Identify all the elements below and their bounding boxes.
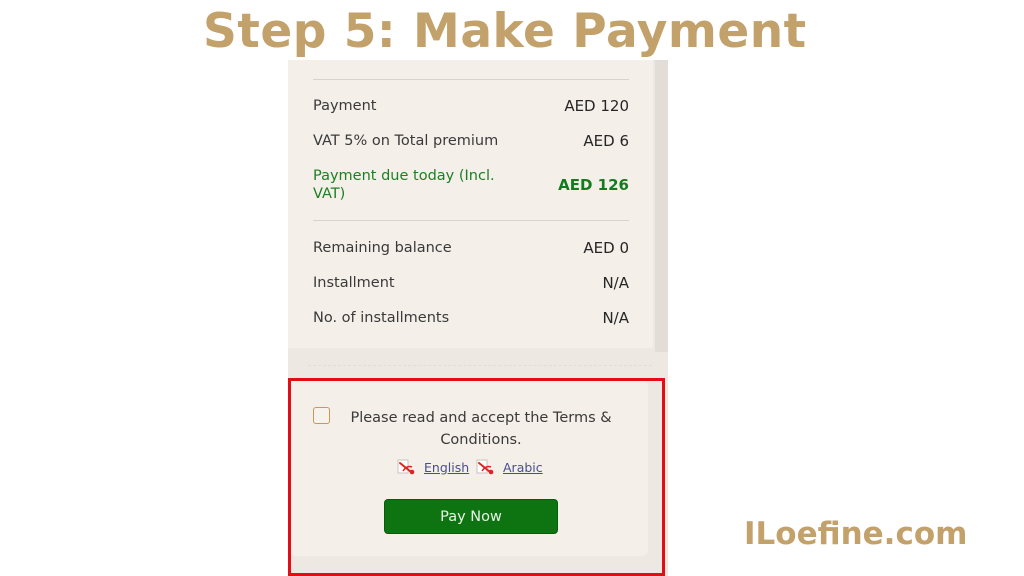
page-title: Step 5: Make Payment	[203, 4, 807, 59]
remaining-balance-label: Remaining balance	[313, 240, 452, 256]
payment-due-label: Payment due today (Incl. VAT)	[313, 168, 495, 202]
payment-due-value: AED 126	[558, 176, 629, 194]
installments-count-value: N/A	[602, 309, 629, 327]
vat-value: AED 6	[583, 132, 629, 150]
scrollbar[interactable]	[655, 60, 668, 352]
remaining-balance-value: AED 0	[583, 239, 629, 257]
installment-value: N/A	[602, 274, 629, 292]
site-brand: ILoefine.com	[744, 516, 968, 552]
installment-label: Installment	[313, 275, 395, 291]
vat-label: VAT 5% on Total premium	[313, 133, 499, 149]
payment-summary-card: Payment AED 120 VAT 5% on Total premium …	[288, 60, 653, 348]
divider	[313, 79, 629, 80]
payment-value: AED 120	[564, 97, 629, 115]
payment-label: Payment	[313, 98, 377, 114]
highlight-box	[288, 378, 665, 576]
card-divider	[308, 365, 652, 377]
divider	[313, 220, 629, 221]
installments-count-label: No. of installments	[313, 310, 450, 326]
